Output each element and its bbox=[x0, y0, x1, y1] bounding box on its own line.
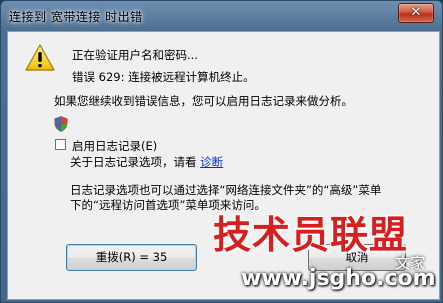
site-watermark: 技术员联盟 文家 www.jsgho.com bbox=[205, 200, 436, 300]
logging-note-line-1: 日志记录选项也可以通过选择“网络连接文件夹”的“高级”菜单 bbox=[70, 183, 382, 197]
warning-icon bbox=[25, 44, 55, 71]
hint-message: 如果您继续收到错误信息，您可以启用日志记录来做分析。 bbox=[54, 94, 353, 108]
window-title: 连接到 宽带连接 时出错 bbox=[9, 10, 143, 24]
enable-logging-label[interactable]: 启用日志记录(E) bbox=[72, 138, 157, 154]
logging-about-text: 关于日志记录选项，请看 诊断 bbox=[70, 154, 223, 170]
shield-icon bbox=[54, 116, 68, 132]
watermark-url: www.jsgho.com bbox=[241, 266, 436, 291]
redial-button[interactable]: 重拨(R) = 35 bbox=[66, 244, 197, 271]
watermark-title: 技术员联盟 bbox=[213, 213, 409, 257]
logging-about-prefix: 关于日志记录选项，请看 bbox=[70, 155, 197, 169]
diagnose-link[interactable]: 诊断 bbox=[200, 155, 223, 169]
status-message: 正在验证用户名和密码... bbox=[72, 48, 198, 62]
title-bar[interactable]: 连接到 宽带连接 时出错 ✕ bbox=[1, 1, 442, 35]
error-message: 错误 629: 连接被远程计算机终止。 bbox=[72, 70, 255, 84]
enable-logging-checkbox[interactable] bbox=[55, 139, 66, 150]
close-button[interactable]: ✕ bbox=[398, 3, 434, 23]
close-icon: ✕ bbox=[410, 5, 422, 20]
